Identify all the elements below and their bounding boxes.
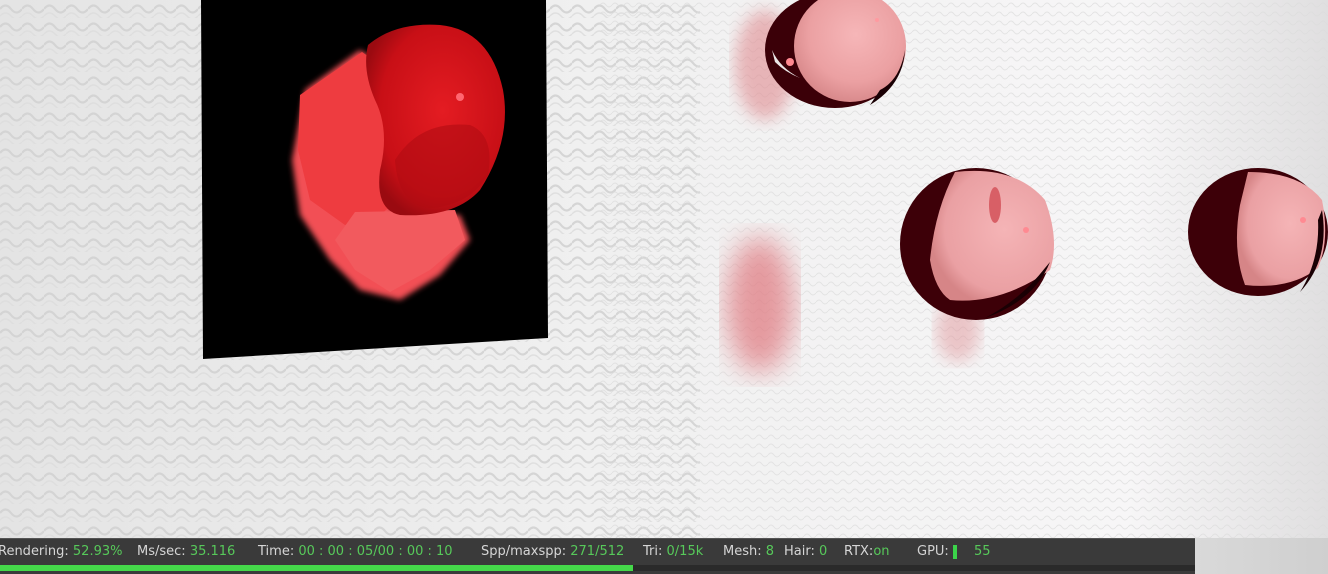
rendering-stat: Rendering: 52.93% <box>0 542 122 562</box>
ms-value: 35.116 <box>189 544 236 559</box>
hair-value: 0 <box>819 544 828 559</box>
status-bar: Rendering: 52.93% Ms/sec: 35.116 Time: 0… <box>0 538 1195 574</box>
spp-label: Spp/maxspp: <box>481 544 567 559</box>
gpu-label: GPU: <box>917 544 949 559</box>
sphere-shadow-mid <box>726 237 794 373</box>
tri-label: Tri: <box>643 544 663 559</box>
hair-stat: Hair: 0 <box>784 542 827 562</box>
render-progress-bar <box>0 565 1195 571</box>
time-stat: Time: 00 : 00 : 05/00 : 00 : 10 <box>258 542 453 562</box>
status-row: Rendering: 52.93% Ms/sec: 35.116 Time: 0… <box>0 542 1195 562</box>
status-bar-spacer <box>1195 538 1328 574</box>
render-viewport[interactable] <box>0 0 1328 574</box>
rtx-stat: RTX:on <box>844 542 890 562</box>
rtx-value: on <box>873 544 890 559</box>
ms-label: Ms/sec: <box>137 544 186 559</box>
time-value: 00 : 00 : 05/00 : 00 : 10 <box>298 544 453 559</box>
rendering-value: 52.93% <box>72 544 123 559</box>
mesh-stat: Mesh: 8 <box>723 542 774 562</box>
mesh-label: Mesh: <box>723 544 762 559</box>
spp-stat: Spp/maxspp: 271/512 <box>481 542 624 562</box>
render-progress-fill <box>0 565 633 571</box>
ms-stat: Ms/sec: 35.116 <box>137 542 235 562</box>
render-scene <box>0 0 1328 574</box>
gpu-usage-bar <box>953 545 957 559</box>
rendering-label: Rendering: <box>0 544 69 559</box>
time-label: Time: <box>258 544 295 559</box>
spp-value: 271/512 <box>570 544 625 559</box>
hair-label: Hair: <box>784 544 815 559</box>
sphere-right <box>1188 168 1328 296</box>
mesh-value: 8 <box>765 544 775 559</box>
gpu-value: 55 <box>974 544 991 559</box>
tri-value: 0/15k <box>666 544 704 559</box>
tri-stat: Tri: 0/15k <box>643 542 703 562</box>
rtx-label: RTX: <box>844 544 874 559</box>
